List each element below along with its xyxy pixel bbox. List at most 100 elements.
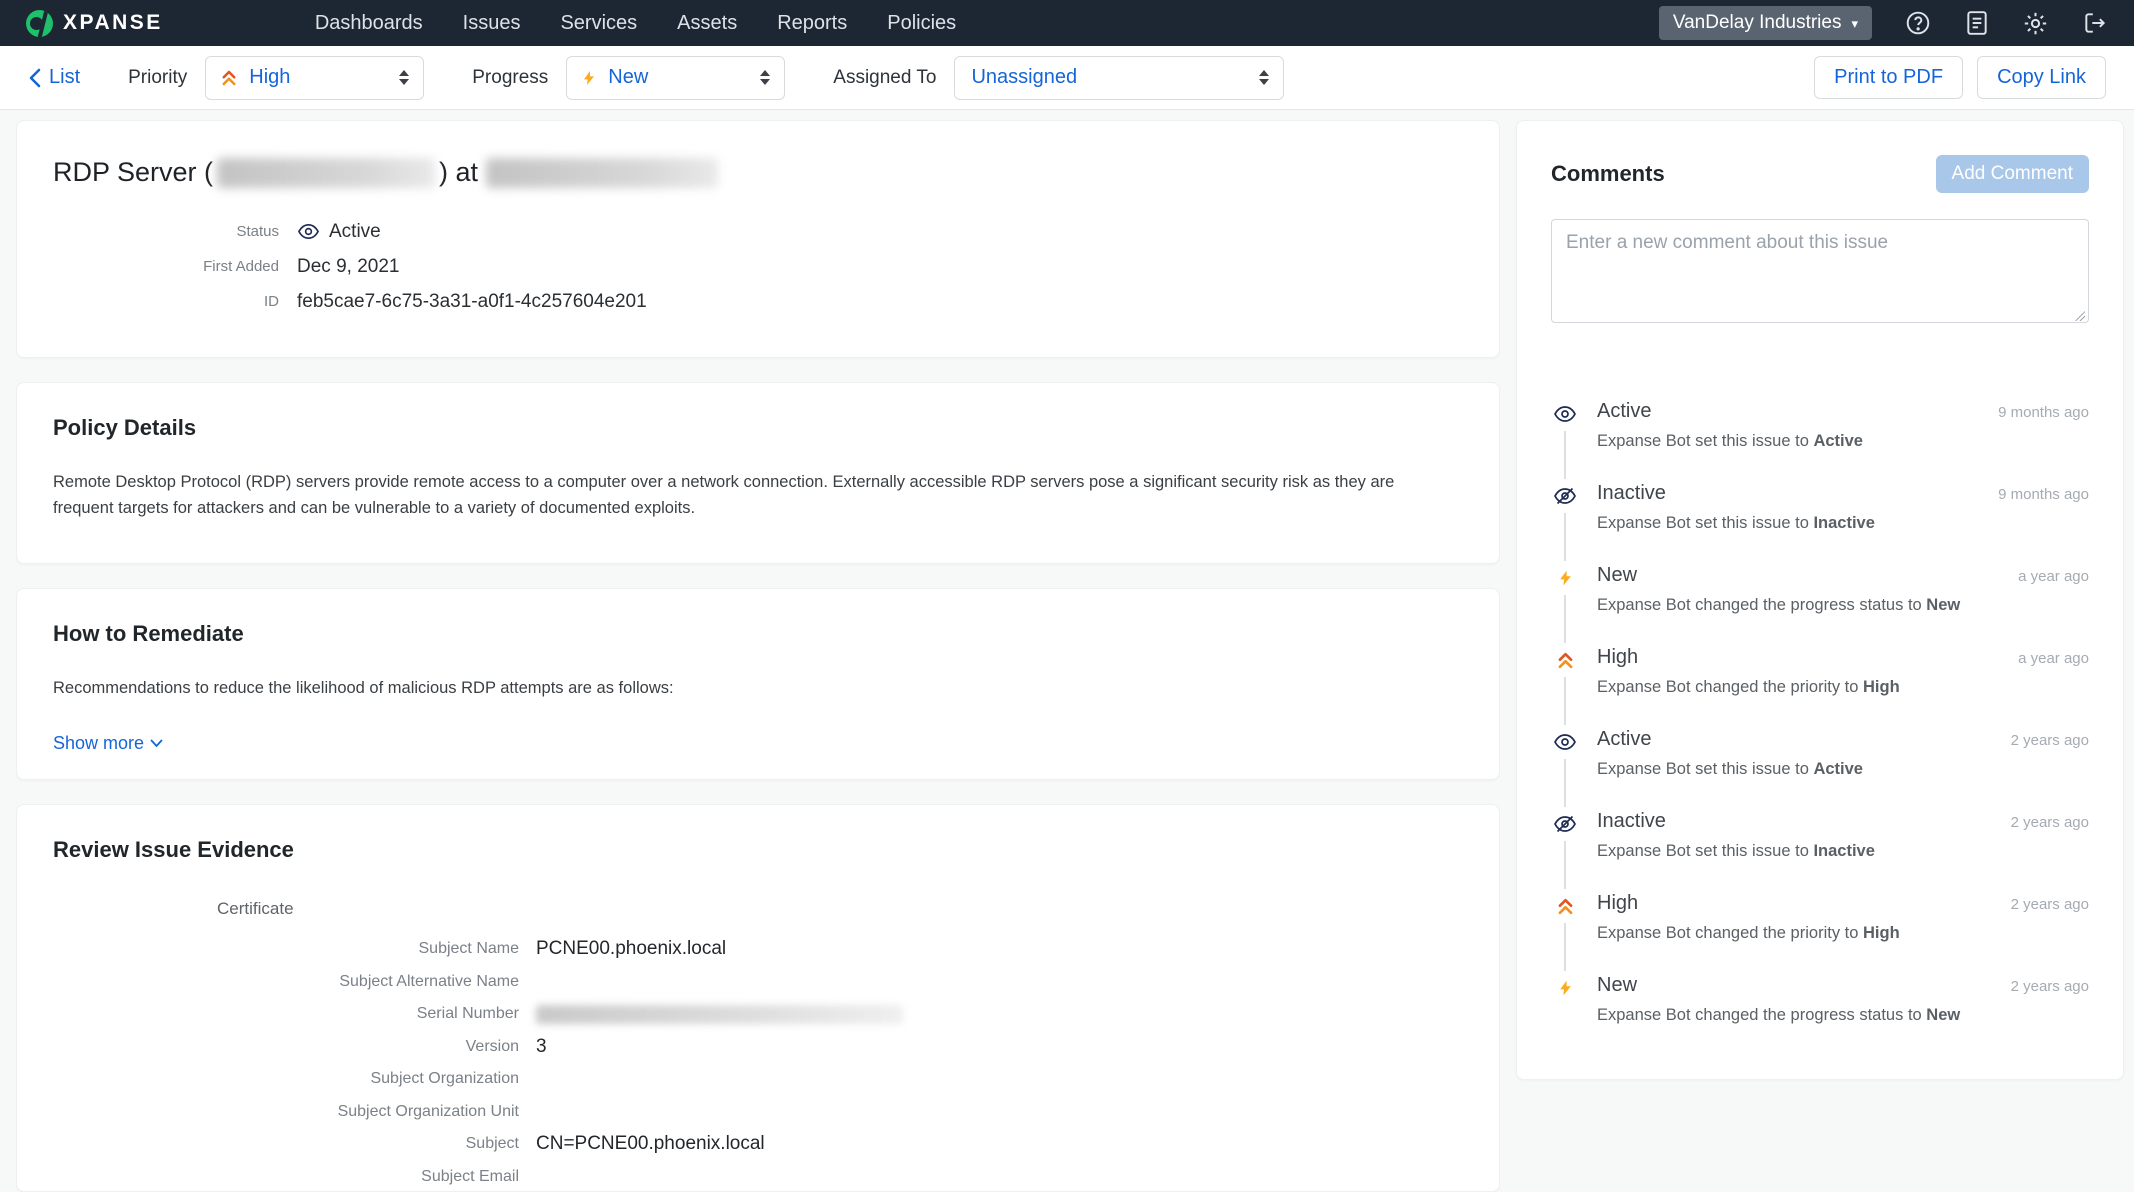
timeline-item-timestamp: 2 years ago	[2011, 814, 2089, 831]
priority-high-icon	[1551, 643, 1579, 677]
issue-detail-column: RDP Server ( ) at Status Active	[16, 120, 1500, 1192]
redacted-serial-number	[536, 1005, 903, 1024]
nav-item-dashboards[interactable]: Dashboards	[315, 12, 423, 35]
review-issue-evidence-card: Review Issue Evidence Certificate Subjec…	[16, 804, 1500, 1192]
settings-icon[interactable]	[2022, 10, 2049, 37]
timeline-item-description: Expanse Bot changed the progress status …	[1597, 1006, 2089, 1025]
help-icon[interactable]	[1904, 10, 1931, 37]
brand[interactable]: XPANSE	[26, 10, 163, 37]
progress-value: New	[608, 66, 648, 89]
main-nav: Dashboards Issues Services Assets Report…	[315, 12, 956, 35]
lightning-icon	[1551, 561, 1579, 595]
how-to-remediate-body: Recommendations to reduce the likelihood…	[53, 675, 1459, 701]
timeline-item-description: Expanse Bot set this issue to Inactive	[1597, 514, 2089, 533]
stepper-icon	[760, 70, 770, 85]
policy-details-heading: Policy Details	[53, 415, 1459, 441]
priority-high-icon	[1551, 889, 1579, 923]
timeline-item-timestamp: 2 years ago	[2011, 896, 2089, 913]
timeline-item-title: Active	[1597, 400, 1651, 423]
evidence-row: Subject Alternative Name	[53, 966, 1459, 999]
timeline-item: Active9 months agoExpanse Bot set this i…	[1551, 400, 2089, 454]
timeline-item-timestamp: a year ago	[2018, 568, 2089, 585]
timeline-item: Inactive 9 months ago Expanse Bot set this…	[1551, 482, 2089, 536]
timeline-item-title: Active	[1597, 728, 1651, 751]
eye-off-icon	[1551, 807, 1579, 841]
timeline-item-title: Inactive	[1597, 482, 1666, 505]
chevron-down-icon	[150, 739, 163, 748]
evidence-row: Subject Email	[53, 1161, 1459, 1192]
nav-item-reports[interactable]: Reports	[777, 12, 847, 35]
policy-details-card: Policy Details Remote Desktop Protocol (…	[16, 382, 1500, 564]
timeline-item-timestamp: 9 months ago	[1998, 404, 2089, 421]
lightning-icon	[581, 68, 597, 88]
timeline-item: High2 years agoExpanse Bot changed the p…	[1551, 892, 2089, 946]
copy-link-button[interactable]: Copy Link	[1977, 56, 2106, 99]
review-issue-evidence-heading: Review Issue Evidence	[53, 837, 1459, 863]
evidence-row: Version 3	[53, 1031, 1459, 1064]
chevron-down-icon: ▾	[1851, 17, 1858, 30]
stepper-icon	[1259, 70, 1269, 85]
priority-high-icon	[220, 69, 238, 87]
timeline-item-title: High	[1597, 646, 1638, 669]
evidence-row: Subject Name PCNE00.phoenix.local	[53, 933, 1459, 966]
print-to-pdf-button[interactable]: Print to PDF	[1814, 56, 1963, 99]
lightning-icon	[1551, 971, 1579, 1005]
back-to-list-link[interactable]: List	[28, 66, 80, 89]
comments-panel: Comments Add Comment Active 9 months ago E…	[1516, 120, 2124, 1192]
eye-off-icon	[1551, 479, 1579, 513]
progress-label: Progress	[472, 67, 548, 89]
nav-item-assets[interactable]: Assets	[677, 12, 737, 35]
certificate-group-label: Certificate	[217, 899, 1459, 919]
docs-icon[interactable]	[1963, 10, 1990, 37]
nav-item-policies[interactable]: Policies	[887, 12, 956, 35]
status-value: Active	[329, 221, 381, 243]
brand-name: XPANSE	[63, 11, 163, 35]
xpanse-logo-icon	[26, 10, 53, 37]
timeline-item: New 2 years ago Expanse Bot changed the pr…	[1551, 974, 2089, 1028]
comment-input[interactable]	[1551, 219, 2089, 323]
redacted-ip-address	[486, 158, 718, 188]
evidence-row: Subject CN=PCNE00.phoenix.local	[53, 1128, 1459, 1161]
comments-heading: Comments	[1551, 161, 1665, 187]
evidence-row: Serial Number	[53, 998, 1459, 1031]
redacted-hostname	[217, 158, 435, 188]
add-comment-button[interactable]: Add Comment	[1936, 155, 2089, 193]
issue-header-card: RDP Server ( ) at Status Active	[16, 120, 1500, 358]
evidence-row: Subject Organization Unit	[53, 1096, 1459, 1129]
nav-item-services[interactable]: Services	[560, 12, 637, 35]
timeline-item-description: Expanse Bot changed the priority to High	[1597, 924, 2089, 943]
assigned-to-value: Unassigned	[971, 66, 1077, 89]
priority-value: High	[249, 66, 290, 89]
activity-timeline: Active 9 months ago Expanse Bot set this i…	[1551, 400, 2089, 1028]
priority-select[interactable]: High	[205, 56, 424, 100]
nav-item-issues[interactable]: Issues	[463, 12, 521, 35]
timeline-item-description: Expanse Bot changed the priority to High	[1597, 678, 2089, 697]
timeline-item-timestamp: 2 years ago	[2011, 978, 2089, 995]
timeline-item-description: Expanse Bot set this issue to Inactive	[1597, 842, 2089, 861]
top-navigation-bar: XPANSE Dashboards Issues Services Assets…	[0, 0, 2134, 46]
evidence-row: Subject Organization	[53, 1063, 1459, 1096]
eye-icon	[1551, 397, 1579, 431]
logout-icon[interactable]	[2081, 10, 2108, 37]
timeline-item-timestamp: 9 months ago	[1998, 486, 2089, 503]
timeline-item-title: New	[1597, 564, 1637, 587]
stepper-icon	[399, 70, 409, 85]
org-selector-button[interactable]: VanDelay Industries ▾	[1659, 6, 1872, 40]
timeline-item-description: Expanse Bot set this issue to Active	[1597, 760, 2089, 779]
timeline-item: Active 2 years ago Expanse Bot set this is…	[1551, 728, 2089, 782]
issue-toolbar: List Priority High Progress New Assigned…	[0, 46, 2134, 110]
chevron-left-icon	[28, 68, 42, 88]
timeline-item: New a year ago Expanse Bot changed the pro…	[1551, 564, 2089, 618]
progress-select[interactable]: New	[566, 56, 785, 100]
show-more-link[interactable]: Show more	[53, 733, 1459, 754]
timeline-item: Higha year agoExpanse Bot changed the pr…	[1551, 646, 2089, 700]
timeline-item-description: Expanse Bot changed the progress status …	[1597, 596, 2089, 615]
status-row: Status Active	[53, 214, 1459, 249]
timeline-item-title: Inactive	[1597, 810, 1666, 833]
timeline-item-timestamp: 2 years ago	[2011, 732, 2089, 749]
first-added-value: Dec 9, 2021	[297, 256, 399, 278]
eye-icon	[297, 223, 320, 240]
page-title: RDP Server ( ) at	[53, 157, 1459, 188]
assigned-to-select[interactable]: Unassigned	[954, 56, 1284, 100]
timeline-item-title: New	[1597, 974, 1637, 997]
